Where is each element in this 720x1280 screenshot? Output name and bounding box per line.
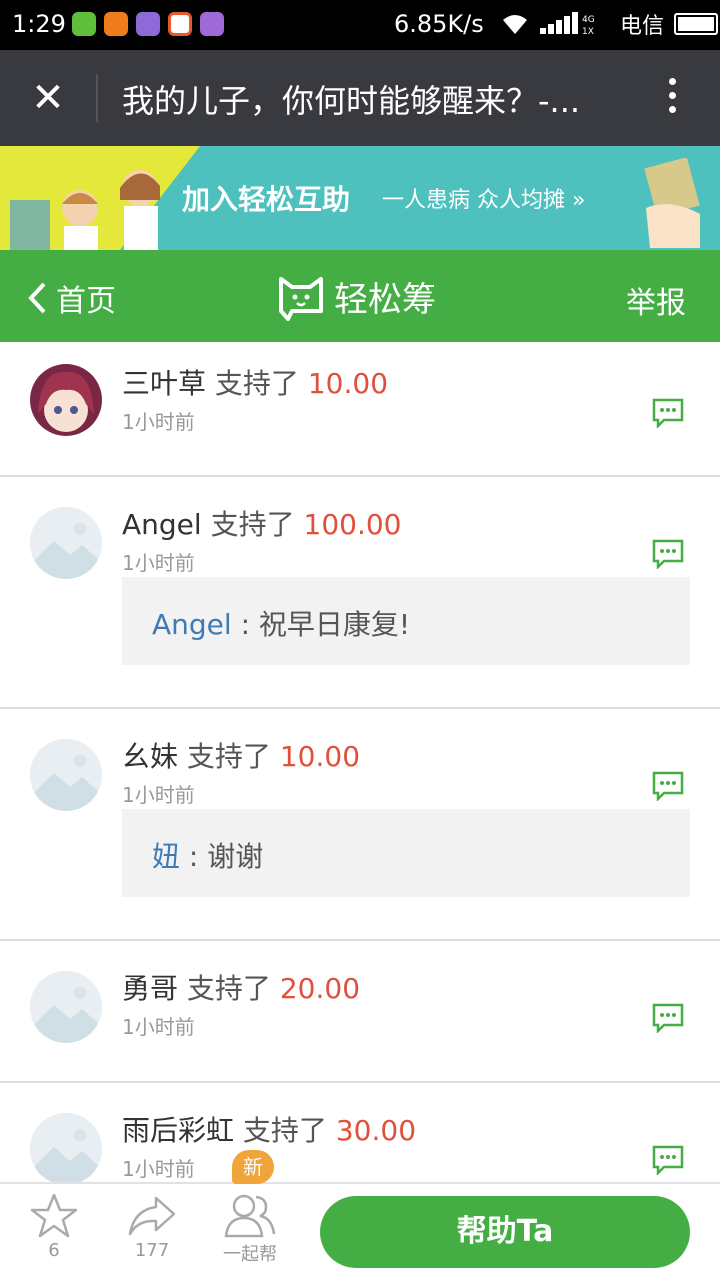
supporter-line: 雨后彩虹 支持了 30.00 [122, 1109, 416, 1149]
wifi-icon [503, 15, 527, 34]
support-amount: 10.00 [307, 367, 389, 400]
avatar[interactable] [30, 971, 102, 1043]
list-item: Angel 支持了 100.00 1小时前 Angel : 祝早日康复! [0, 477, 720, 709]
share-button[interactable]: 177 [122, 1192, 182, 1261]
placeholder-avatar-image [30, 739, 102, 811]
page-title: 我的儿子，你何时能够醒来？-... [122, 82, 581, 120]
svg-text:1X: 1X [582, 27, 594, 36]
report-link[interactable]: 举报 [626, 278, 686, 322]
avatar[interactable] [30, 1113, 102, 1185]
comment-separator: : [180, 840, 208, 873]
notification-icons [72, 12, 224, 36]
site-navbar: 首页 轻松筹 举报 [0, 250, 720, 342]
carrier-label: 电信 [620, 14, 665, 39]
share-count: 177 [134, 1240, 170, 1261]
app-notification-icon [200, 12, 224, 36]
new-badge: 新 [232, 1150, 274, 1184]
app-notification-icon [168, 12, 192, 36]
back-home-link[interactable]: 首页 [28, 276, 116, 320]
comment-author[interactable]: Angel [152, 608, 232, 641]
support-time: 1小时前 [122, 551, 195, 575]
comment-bubble: 妞 : 谢谢 [122, 809, 690, 897]
support-time: 1小时前 [122, 1157, 195, 1181]
battery-icon [674, 13, 719, 35]
cell-signal-icon: 4G1X [540, 12, 595, 36]
comment-icon[interactable] [652, 398, 684, 428]
support-verb: 支持了 [214, 367, 299, 400]
comment-icon[interactable] [652, 771, 684, 801]
avatar[interactable] [30, 364, 102, 436]
supporter-line: 勇哥 支持了 20.00 [122, 967, 360, 1007]
comment-bubble: Angel : 祝早日康复! [122, 577, 690, 665]
support-time: 1小时前 [122, 1015, 195, 1039]
placeholder-avatar-image [30, 1113, 102, 1185]
status-time: 1:29 [12, 10, 66, 38]
comment-author[interactable]: 妞 [152, 840, 180, 873]
svg-text:4G: 4G [582, 15, 595, 25]
supporter-name: 勇哥 [122, 972, 179, 1005]
placeholder-avatar-image [30, 971, 102, 1043]
placeholder-avatar-image [30, 507, 102, 579]
status-bar: 1:29 6.85K/s 4G 1X 电信 [0, 0, 720, 50]
share-icon [128, 1196, 176, 1236]
signal-group: 4G 1X 电信 [500, 8, 719, 40]
support-time: 1小时前 [122, 783, 195, 807]
list-item: 幺妹 支持了 10.00 1小时前 妞 : 谢谢 [0, 709, 720, 941]
brand-name: 轻松筹 [334, 280, 436, 320]
star-icon [30, 1193, 78, 1238]
support-amount: 30.00 [335, 1114, 417, 1147]
action-bar: 6 177 新 一起帮 帮助Ta [0, 1150, 720, 1280]
network-speed: 6.85K/s [394, 10, 484, 38]
promo-banner[interactable]: 加入轻松互助 一人患病 众人均摊 » [0, 146, 720, 250]
support-amount: 20.00 [279, 972, 361, 1005]
back-label: 首页 [56, 284, 116, 319]
help-together-label: 一起帮 [223, 1244, 277, 1265]
help-together-button[interactable]: 一起帮 [220, 1192, 280, 1266]
support-verb: 支持了 [210, 508, 295, 541]
close-icon[interactable]: ✕ [28, 74, 68, 122]
comment-icon[interactable] [652, 1003, 684, 1033]
cat-logo-icon [279, 276, 323, 321]
supporter-line: 幺妹 支持了 10.00 [122, 735, 360, 775]
help-ta-button[interactable]: 帮助Ta [320, 1196, 690, 1268]
comment-text: 祝早日康复! [258, 608, 411, 641]
app-notification-icon [72, 12, 96, 36]
supporter-line: 三叶草 支持了 10.00 [122, 362, 388, 402]
support-amount: 10.00 [279, 740, 361, 773]
divider [96, 74, 98, 122]
app-notification-icon [136, 12, 160, 36]
money-hand-illustration [644, 158, 700, 248]
banner-tagline: 一人患病 众人均摊 » [382, 188, 586, 213]
comment-separator: : [231, 608, 259, 641]
comment-text: 谢谢 [207, 840, 264, 873]
supporter-name: 雨后彩虹 [122, 1114, 235, 1147]
list-item: 勇哥 支持了 20.00 1小时前 [0, 941, 720, 1083]
support-verb: 支持了 [242, 1114, 327, 1147]
avatar[interactable] [30, 739, 102, 811]
favorite-count: 6 [48, 1240, 60, 1261]
supporter-name: Angel [122, 508, 202, 541]
support-time: 1小时前 [122, 410, 195, 434]
group-icon [224, 1194, 276, 1238]
anime-girl-avatar-image [38, 371, 94, 432]
support-verb: 支持了 [186, 972, 271, 1005]
chevron-left-icon [28, 282, 46, 314]
support-verb: 支持了 [186, 740, 271, 773]
banner-headline: 加入轻松互助 [182, 183, 351, 216]
supporter-name: 三叶草 [122, 367, 207, 400]
webview-titlebar: ✕ 我的儿子，你何时能够醒来？-... [0, 50, 720, 146]
support-amount: 100.00 [303, 508, 402, 541]
doctor-patient-illustration [10, 170, 160, 250]
comment-icon[interactable] [652, 1145, 684, 1175]
avatar[interactable] [30, 507, 102, 579]
supporter-line: Angel 支持了 100.00 [122, 503, 402, 543]
app-notification-icon [104, 12, 128, 36]
list-item: 三叶草 支持了 10.00 1小时前 [0, 342, 720, 477]
favorite-button[interactable]: 6 [24, 1192, 84, 1261]
comment-icon[interactable] [652, 539, 684, 569]
more-vertical-icon[interactable] [660, 74, 684, 122]
brand-logo: 轻松筹 [278, 272, 436, 321]
supporter-name: 幺妹 [122, 740, 179, 773]
